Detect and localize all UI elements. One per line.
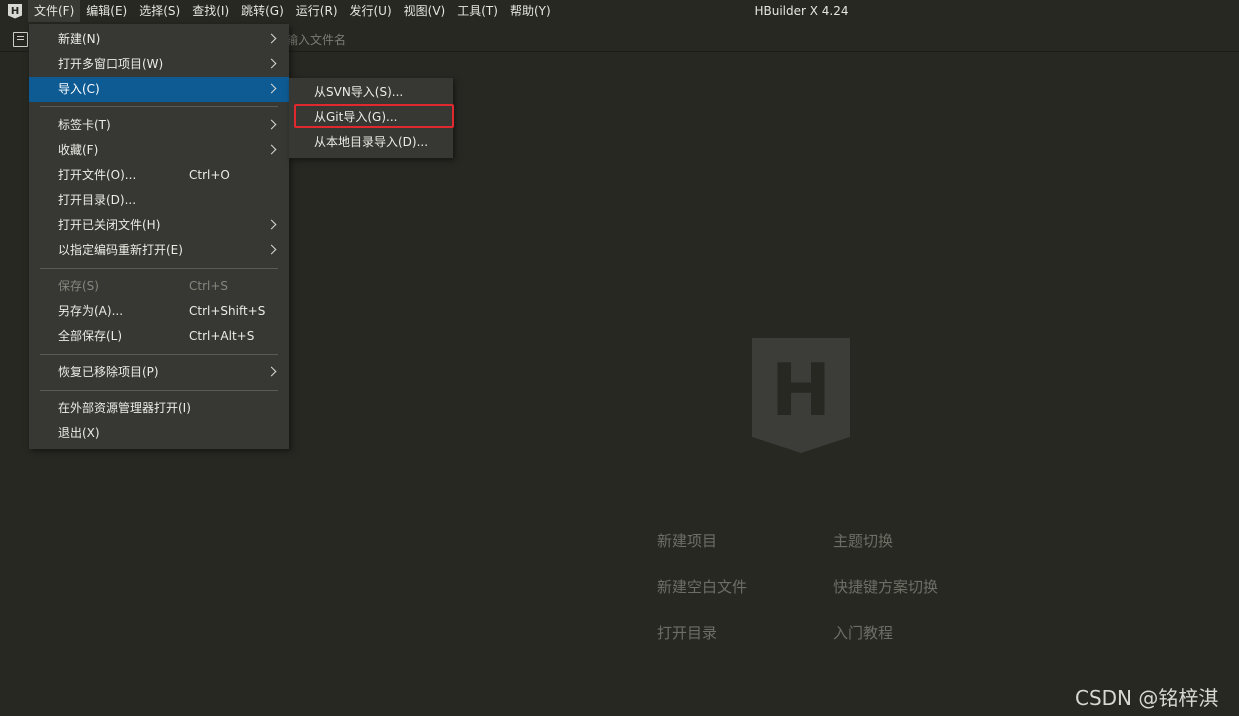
menu-item-open-closed-file[interactable]: 打开已关闭文件(H): [29, 213, 289, 238]
menu-item-label: 在外部资源管理器打开(I): [58, 401, 191, 415]
menu-item-open-directory[interactable]: 打开目录(D)...: [29, 188, 289, 213]
project-manager-icon[interactable]: [13, 32, 28, 47]
menu-find[interactable]: 查找(I): [186, 0, 235, 22]
submenu-item-import-git[interactable]: 从Git导入(G)...: [289, 105, 453, 130]
menu-help[interactable]: 帮助(Y): [504, 0, 557, 22]
open-directory-link[interactable]: 打开目录: [657, 622, 717, 643]
chevron-right-icon: [266, 83, 277, 94]
menu-item-label: 打开目录(D)...: [58, 193, 137, 207]
chevron-right-icon: [266, 144, 277, 155]
chevron-right-icon: [266, 244, 277, 255]
menu-item-save[interactable]: 保存(S) Ctrl+S: [29, 274, 289, 299]
file-menu-dropdown: 新建(N) 打开多窗口项目(W) 导入(C) 标签卡(T) 收藏(F) 打开文件…: [29, 24, 289, 449]
menu-divider: [40, 390, 278, 391]
menu-item-label: 标签卡(T): [58, 118, 111, 132]
menu-item-label: 收藏(F): [58, 143, 99, 157]
menu-item-shortcut: Ctrl+S: [189, 279, 229, 293]
keymap-switch-link[interactable]: 快捷键方案切换: [833, 576, 938, 597]
submenu-item-import-svn[interactable]: 从SVN导入(S)...: [289, 80, 453, 105]
chevron-right-icon: [266, 219, 277, 230]
menu-edit[interactable]: 编辑(E): [80, 0, 133, 22]
theme-switch-link[interactable]: 主题切换: [833, 530, 893, 551]
center-logo-letter: H: [770, 348, 832, 432]
import-submenu: 从SVN导入(S)... 从Git导入(G)... 从本地目录导入(D)...: [289, 78, 453, 158]
menu-item-save-as[interactable]: 另存为(A)... Ctrl+Shift+S: [29, 299, 289, 324]
menu-run[interactable]: 运行(R): [290, 0, 344, 22]
menu-item-exit[interactable]: 退出(X): [29, 421, 289, 446]
menu-bar: H 文件(F) 编辑(E) 选择(S) 查找(I) 跳转(G) 运行(R) 发行…: [0, 0, 1239, 22]
menu-item-label: 新建(N): [58, 32, 101, 46]
menu-publish[interactable]: 发行(U): [344, 0, 398, 22]
menu-item-save-all[interactable]: 全部保存(L) Ctrl+Alt+S: [29, 324, 289, 349]
menu-item-shortcut: Ctrl+Alt+S: [189, 329, 255, 343]
menu-item-open-in-explorer[interactable]: 在外部资源管理器打开(I): [29, 396, 289, 421]
chevron-right-icon: [266, 119, 277, 130]
new-project-link[interactable]: 新建项目: [657, 530, 717, 551]
menu-item-label: 打开已关闭文件(H): [58, 218, 161, 232]
menu-file[interactable]: 文件(F): [28, 0, 81, 22]
file-search-input[interactable]: [286, 30, 486, 50]
menu-divider: [40, 354, 278, 355]
menu-select[interactable]: 选择(S): [133, 0, 186, 22]
new-blank-file-link[interactable]: 新建空白文件: [657, 576, 747, 597]
menu-divider: [40, 268, 278, 269]
menu-tools[interactable]: 工具(T): [451, 0, 504, 22]
menu-item-label: 恢复已移除项目(P): [58, 365, 159, 379]
menu-view[interactable]: 视图(V): [398, 0, 452, 22]
menu-goto[interactable]: 跳转(G): [235, 0, 290, 22]
center-logo-icon: H: [752, 338, 850, 453]
menu-divider: [40, 106, 278, 107]
chevron-right-icon: [266, 58, 277, 69]
menu-item-open-multi-window[interactable]: 打开多窗口项目(W): [29, 52, 289, 77]
menu-item-label: 保存(S): [58, 279, 99, 293]
menu-item-reopen-with-encoding[interactable]: 以指定编码重新打开(E): [29, 238, 289, 263]
menu-item-label: 打开文件(O)...: [58, 168, 137, 182]
getting-started-link[interactable]: 入门教程: [833, 622, 893, 643]
menu-item-label: 退出(X): [58, 426, 100, 440]
menu-item-shortcut: Ctrl+Shift+S: [189, 304, 266, 318]
menu-item-label: 另存为(A)...: [58, 304, 124, 318]
menu-item-label: 以指定编码重新打开(E): [58, 243, 183, 257]
chevron-right-icon: [266, 366, 277, 377]
menu-item-new[interactable]: 新建(N): [29, 27, 289, 52]
menu-item-label: 打开多窗口项目(W): [58, 57, 164, 71]
submenu-item-import-local-directory[interactable]: 从本地目录导入(D)...: [289, 130, 453, 155]
menu-item-label: 全部保存(L): [58, 329, 123, 343]
app-window: H 文件(F) 编辑(E) 选择(S) 查找(I) 跳转(G) 运行(R) 发行…: [0, 0, 1239, 716]
chevron-right-icon: [266, 33, 277, 44]
menu-item-open-file[interactable]: 打开文件(O)... Ctrl+O: [29, 163, 289, 188]
menu-item-import[interactable]: 导入(C): [29, 77, 289, 102]
menu-item-tabs[interactable]: 标签卡(T): [29, 113, 289, 138]
menu-item-shortcut: Ctrl+O: [189, 168, 230, 182]
menu-item-label: 导入(C): [58, 82, 100, 96]
menu-item-restore-removed-project[interactable]: 恢复已移除项目(P): [29, 360, 289, 385]
menu-item-favorites[interactable]: 收藏(F): [29, 138, 289, 163]
watermark: CSDN @铭梓淇: [1075, 686, 1219, 710]
hbuilder-logo-icon[interactable]: H: [8, 3, 22, 19]
